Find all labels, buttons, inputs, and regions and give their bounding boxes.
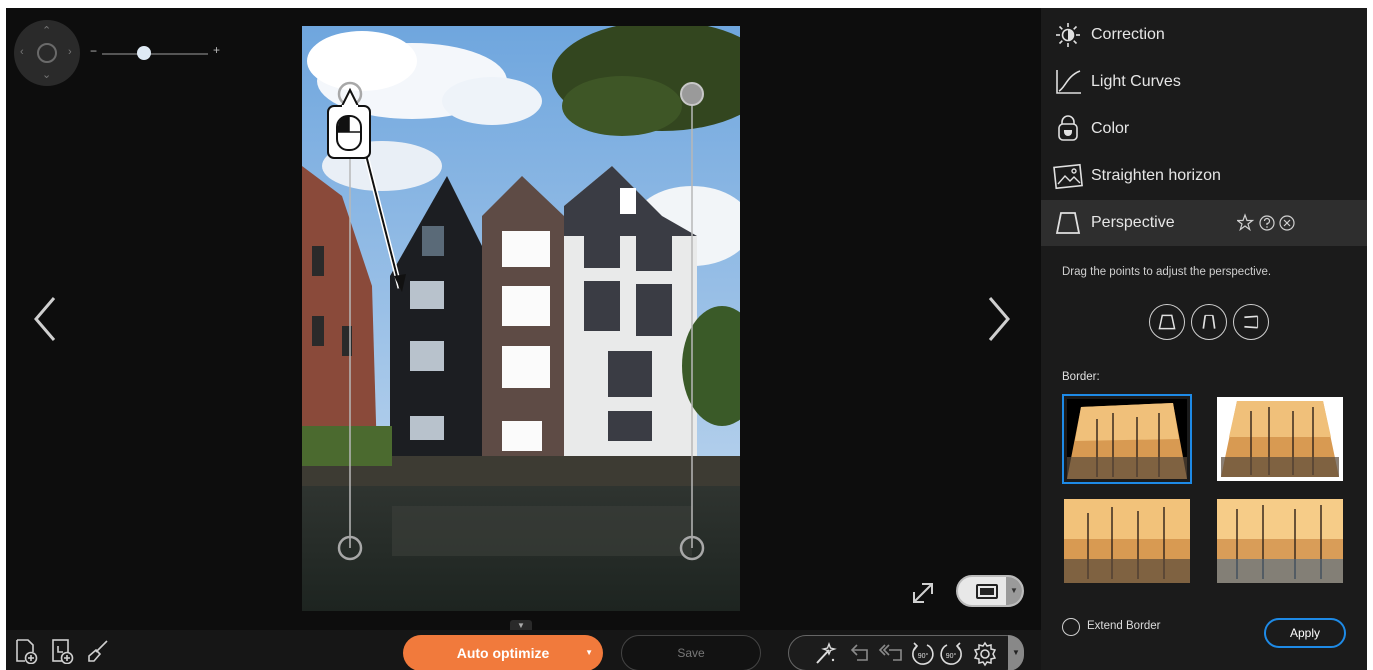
zoom-out-icon[interactable]: − <box>90 44 97 58</box>
menu-label-perspective: Perspective <box>1091 214 1175 231</box>
border-preview-image <box>1217 499 1343 583</box>
palette-bucket-icon <box>1058 115 1078 141</box>
menu-label-straighten-horizon: Straighten horizon <box>1091 167 1221 184</box>
rotate-right-label: 90° <box>946 652 957 660</box>
menu-item-color[interactable]: Color <box>1041 106 1367 152</box>
menu-item-perspective[interactable]: Perspective <box>1041 200 1367 246</box>
settings-gear-icon[interactable] <box>971 640 999 668</box>
app-window: ⌃ ⌄ ‹ › − + ▼ ▼ Auto optimize ▼ Save 90°… <box>6 8 1367 670</box>
auto-optimize-label: Auto optimize <box>456 645 550 661</box>
import-file-icon[interactable] <box>50 638 74 664</box>
menu-item-straighten-horizon[interactable]: Straighten horizon <box>1041 153 1367 199</box>
edit-tools-group: 90° 90° ▼ <box>788 635 1024 670</box>
pan-navigator[interactable]: ⌃ ⌄ ‹ › <box>14 20 80 86</box>
next-image-icon[interactable] <box>980 294 1016 344</box>
brush-icon[interactable] <box>86 638 110 664</box>
menu-label-color: Color <box>1091 120 1130 137</box>
menu-label-light-curves: Light Curves <box>1091 73 1181 90</box>
view-mode-dropdown-icon[interactable]: ▼ <box>1006 577 1022 605</box>
screen-icon <box>976 584 998 599</box>
perspective-hint: Drag the points to adjust the perspectiv… <box>1062 266 1272 278</box>
menu-item-light-curves[interactable]: Light Curves <box>1041 59 1367 105</box>
perspective-trapezoid-mode-icon[interactable] <box>1149 304 1185 340</box>
rotate-left-icon[interactable]: 90° <box>909 640 937 668</box>
menu-label-correction: Correction <box>1091 26 1165 43</box>
extend-border-radio[interactable] <box>1062 618 1080 636</box>
rotate-right-icon[interactable]: 90° <box>937 640 965 668</box>
border-option-white[interactable] <box>1217 397 1343 481</box>
zoom-knob[interactable] <box>137 46 152 60</box>
border-option-crop[interactable] <box>1062 394 1192 484</box>
sun-icon <box>1056 23 1080 47</box>
favorite-star-icon[interactable] <box>1237 213 1255 232</box>
undo-icon[interactable] <box>845 640 873 668</box>
magic-wand-icon[interactable] <box>811 640 839 668</box>
extend-border-label: Extend Border <box>1087 620 1161 632</box>
menu-item-correction[interactable]: Correction <box>1041 12 1367 58</box>
curve-icon <box>1056 70 1081 94</box>
pan-right-icon[interactable]: › <box>68 47 72 58</box>
undo-all-icon[interactable] <box>877 640 905 668</box>
border-preview-image <box>1217 397 1343 481</box>
pan-down-icon[interactable]: ⌄ <box>42 70 51 81</box>
perspective-vertical-mode-icon[interactable] <box>1191 304 1227 340</box>
fullscreen-expand-icon[interactable] <box>910 580 936 606</box>
pan-left-icon[interactable]: ‹ <box>20 47 24 58</box>
border-preview-image <box>1067 399 1187 479</box>
apply-button[interactable]: Apply <box>1264 618 1346 648</box>
add-file-icon[interactable] <box>14 638 38 664</box>
zoom-in-icon[interactable]: + <box>213 43 220 57</box>
pan-center[interactable] <box>37 43 57 63</box>
chevron-down-icon[interactable]: ▼ <box>585 635 593 670</box>
help-icon[interactable] <box>1259 215 1275 231</box>
border-option-fill[interactable] <box>1217 499 1343 583</box>
trapezoid-icon <box>1055 212 1081 234</box>
photo-preview[interactable] <box>302 26 740 611</box>
border-label: Border: <box>1062 371 1100 383</box>
landscape-icon <box>1053 163 1083 190</box>
view-mode-toggle[interactable]: ▼ <box>956 575 1024 607</box>
perspective-horizontal-mode-icon[interactable] <box>1233 304 1269 340</box>
pan-up-icon[interactable]: ⌃ <box>42 26 51 37</box>
edit-side-panel: Correction Light Curves Color Straighten… <box>1041 8 1367 670</box>
zoom-track[interactable] <box>102 53 208 55</box>
previous-image-icon[interactable] <box>28 294 64 344</box>
perspective-actions <box>1237 213 1295 232</box>
save-button[interactable]: Save <box>621 635 761 670</box>
close-icon[interactable] <box>1279 215 1295 231</box>
image-canvas: ⌃ ⌄ ‹ › − + ▼ <box>6 8 1041 630</box>
border-preview-image <box>1064 499 1190 583</box>
rotate-left-label: 90° <box>918 652 929 660</box>
zoom-slider[interactable]: − + <box>90 43 220 60</box>
auto-optimize-button[interactable]: Auto optimize ▼ <box>403 635 603 670</box>
border-option-stretch[interactable] <box>1064 499 1190 583</box>
